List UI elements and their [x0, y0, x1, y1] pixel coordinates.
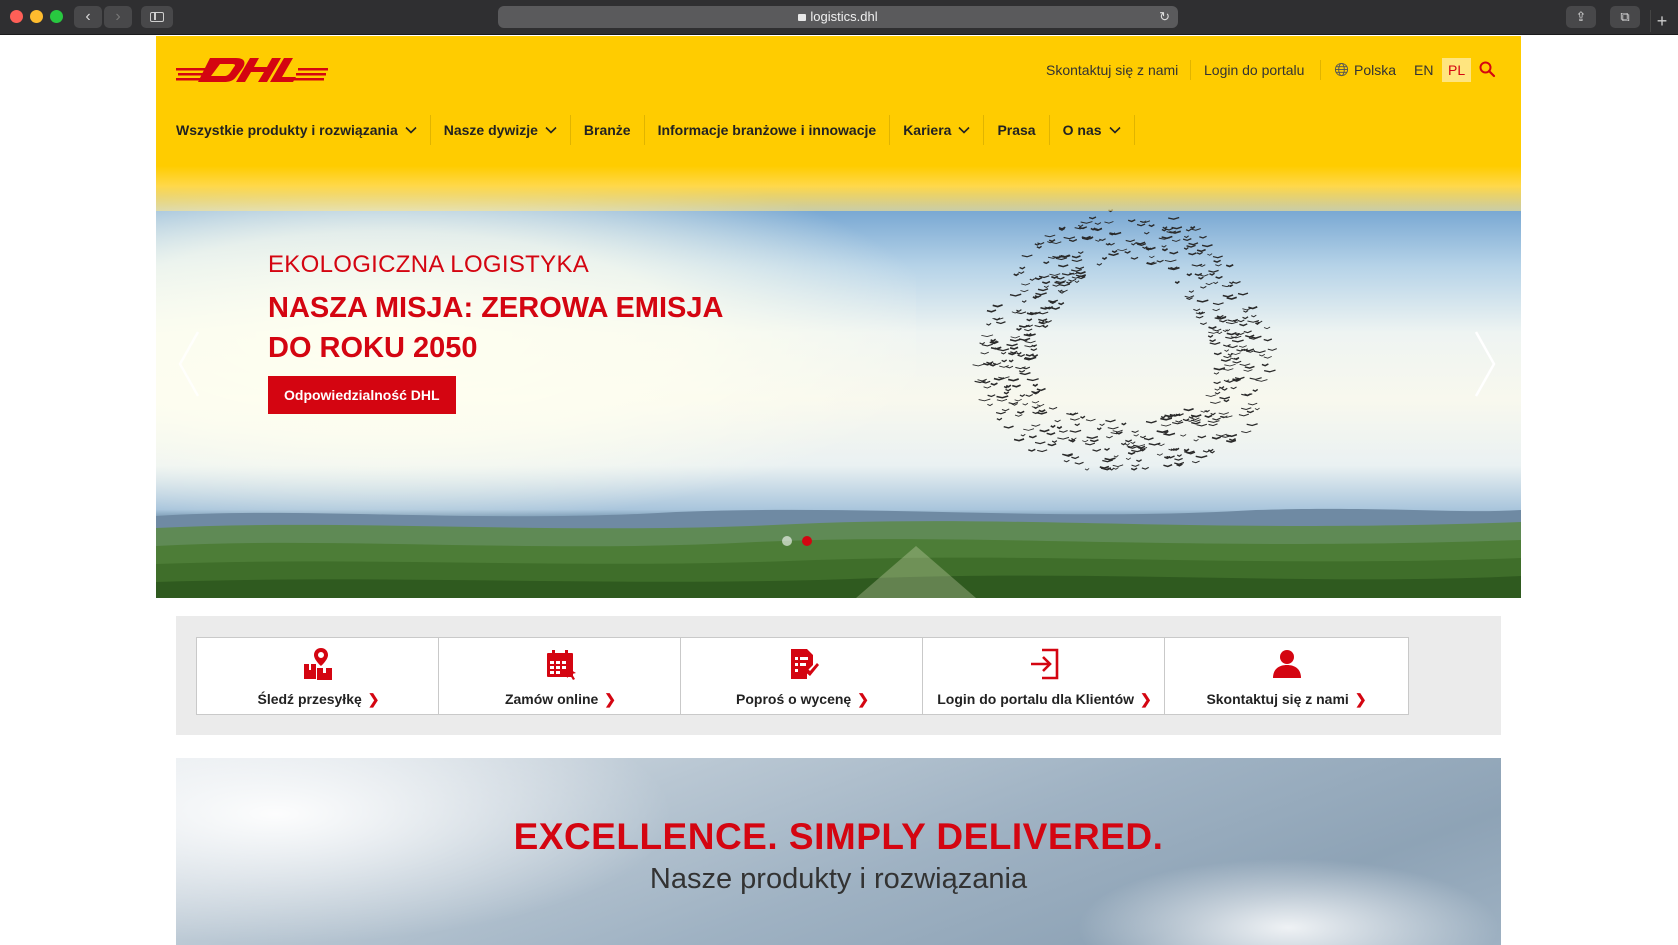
- tab-overview-button[interactable]: ⧉: [1610, 6, 1640, 28]
- share-button[interactable]: ⇪: [1566, 6, 1596, 28]
- nav-item-label: Branże: [583, 122, 631, 138]
- dhl-page: Skontaktuj się z nami Login do portalu P…: [156, 36, 1521, 945]
- chevron-right-icon: ❯: [857, 691, 869, 707]
- sidebar-icon: [150, 12, 164, 22]
- dhl-logo[interactable]: [176, 56, 328, 82]
- url-text: logistics.dhl: [810, 9, 878, 24]
- lock-icon: [798, 14, 807, 21]
- sidebar-toggle-button[interactable]: [141, 6, 173, 28]
- quick-link-label: Login do portalu dla Klientów ❯: [923, 691, 1166, 708]
- minimize-window-button[interactable]: [30, 10, 43, 23]
- browser-toolbar: ‹ › logistics.dhl ↻ ⇪ ⧉ +: [0, 0, 1678, 35]
- reload-icon[interactable]: ↻: [1159, 6, 1170, 28]
- nav-item-5[interactable]: Kariera: [890, 115, 985, 145]
- quick-link-label: Poproś o wycenę ❯: [681, 691, 924, 708]
- nav-item-label: Informacje branżowe i innowacje: [657, 122, 877, 138]
- forward-button[interactable]: ›: [104, 6, 132, 28]
- excellence-subtitle: Nasze produkty i rozwiązania: [649, 863, 1028, 895]
- chevron-down-icon: [958, 126, 971, 134]
- hero-title: NASZA MISJA: ZEROWA EMISJA DO ROKU 2050: [268, 292, 723, 364]
- site-header: Skontaktuj się z nami Login do portalu P…: [156, 36, 1521, 211]
- slide-dot[interactable]: [782, 536, 792, 546]
- nav-item-6[interactable]: Prasa: [984, 115, 1050, 145]
- contact-link[interactable]: Skontaktuj się z nami: [1046, 62, 1178, 78]
- quick-link-text: Login do portalu dla Klientów: [937, 691, 1135, 707]
- portal-login-link[interactable]: Login do portalu: [1204, 62, 1304, 78]
- bird-ring-image: [972, 208, 1277, 471]
- divider: [1190, 60, 1191, 80]
- login-icon: [1030, 648, 1058, 680]
- quick-link-card[interactable]: Zamów online ❯: [438, 637, 683, 715]
- zoom-window-button[interactable]: [50, 10, 63, 23]
- calendar-order-icon: [546, 650, 576, 680]
- person-icon: [1272, 650, 1301, 678]
- quick-link-card[interactable]: Login do portalu dla Klientów ❯: [922, 637, 1167, 715]
- main-navigation: Wszystkie produkty i rozwiązania Nasze dy…: [176, 112, 1135, 148]
- quick-link-text: Zamów online: [504, 691, 599, 707]
- nav-item-3[interactable]: Branże: [571, 115, 645, 145]
- search-icon[interactable]: [1478, 60, 1496, 78]
- previous-slide-icon[interactable]: [176, 328, 202, 400]
- nav-item-1[interactable]: Wszystkie produkty i rozwiązania: [176, 115, 431, 145]
- chevron-right-icon: ❯: [367, 691, 380, 707]
- nav-item-label: O nas: [1062, 122, 1102, 138]
- close-window-button[interactable]: [10, 10, 23, 23]
- quick-link-text: Poproś o wycenę: [736, 691, 852, 707]
- chevron-right-icon: ❯: [1354, 691, 1367, 707]
- back-button[interactable]: ‹: [74, 6, 102, 28]
- landscape-image: [156, 508, 1521, 598]
- nav-item-label: Prasa: [997, 122, 1036, 138]
- quick-link-label: Zamów online ❯: [439, 691, 682, 708]
- responsibility-button[interactable]: Odpowiedzialność DHL: [268, 376, 456, 414]
- nav-item-label: Wszystkie produkty i rozwiązania: [176, 122, 398, 138]
- language-en[interactable]: EN: [1414, 62, 1433, 78]
- chevron-down-icon: [405, 126, 417, 134]
- globe-icon: [1334, 62, 1349, 77]
- nav-item-label: Kariera: [903, 122, 952, 138]
- chevron-right-icon: ❯: [604, 691, 617, 707]
- language-pl[interactable]: PL: [1442, 58, 1472, 82]
- slide-dot[interactable]: [802, 536, 812, 546]
- nav-item-7[interactable]: O nas: [1050, 115, 1135, 145]
- track-package-icon: [303, 648, 332, 680]
- hero-banner: EKOLOGICZNA LOGISTYKA NASZA MISJA: ZEROW…: [156, 156, 1521, 598]
- new-tab-button[interactable]: +: [1650, 10, 1673, 32]
- quick-link-card[interactable]: Poproś o wycenę ❯: [680, 637, 925, 715]
- quick-link-label: Skontaktuj się z nami ❯: [1165, 691, 1408, 708]
- divider: [1320, 60, 1321, 80]
- quick-links-bar: Śledź przesyłkę ❯ Zamów online ❯ Poproś o wy…: [176, 616, 1501, 735]
- quick-link-text: Skontaktuj się z nami: [1206, 691, 1349, 707]
- quick-link-text: Śledź przesyłkę: [257, 691, 362, 707]
- nav-item-label: Nasze dywizje: [443, 122, 538, 138]
- excellence-section: EXCELLENCE. SIMPLY DELIVERED. Nasze prod…: [176, 758, 1501, 945]
- address-bar[interactable]: logistics.dhl ↻: [498, 6, 1178, 28]
- chevron-down-icon: [1108, 126, 1121, 134]
- next-slide-icon[interactable]: [1472, 328, 1498, 400]
- country-selector[interactable]: Polska: [1354, 62, 1396, 78]
- excellence-title: EXCELLENCE. SIMPLY DELIVERED.: [513, 816, 1164, 857]
- quick-link-card[interactable]: Śledź przesyłkę ❯: [196, 637, 441, 715]
- quick-link-card[interactable]: Skontaktuj się z nami ❯: [1164, 637, 1409, 715]
- quote-document-icon: [790, 649, 819, 679]
- chevron-down-icon: [545, 126, 557, 134]
- slide-indicators: [782, 536, 812, 546]
- hero-kicker: EKOLOGICZNA LOGISTYKA: [268, 251, 590, 278]
- chevron-right-icon: ❯: [1140, 691, 1152, 707]
- nav-item-2[interactable]: Nasze dywizje: [431, 115, 571, 145]
- quick-link-label: Śledź przesyłkę ❯: [197, 691, 440, 708]
- nav-item-4[interactable]: Informacje branżowe i innowacje: [645, 115, 891, 145]
